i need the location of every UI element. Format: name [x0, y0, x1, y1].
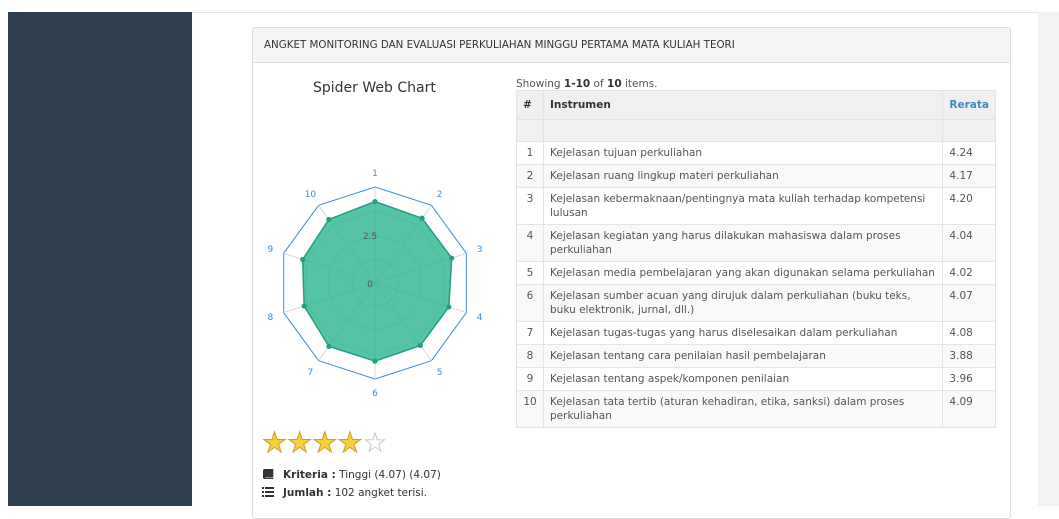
data-point	[449, 255, 455, 261]
table-row: 1 Kejelasan tujuan perkuliahan 4.24	[516, 141, 996, 165]
row-rerata: 4.20	[942, 187, 996, 225]
category-label: 10	[305, 190, 317, 200]
row-rerata: 4.09	[942, 390, 996, 428]
list-icon	[262, 487, 274, 497]
star-filled-icon: ★	[287, 426, 313, 459]
table-row: 5 Kejelasan media pembelajaran yang akan …	[516, 261, 996, 285]
table-row: 2 Kejelasan ruang lingkup materi perkulia…	[516, 164, 996, 188]
filter-cell	[942, 119, 996, 142]
row-rerata: 4.08	[942, 321, 996, 345]
row-number: 1	[516, 141, 544, 165]
data-point	[326, 343, 332, 349]
table-row: 8 Kejelasan tentang cara penilaian hasil …	[516, 344, 996, 368]
row-instrumen: Kejelasan tujuan perkuliahan	[542, 141, 944, 165]
kriteria-value: Tinggi (4.07) (4.07)	[339, 469, 441, 481]
row-rerata: 4.07	[942, 284, 996, 322]
row-number: 3	[516, 187, 544, 225]
category-label: 6	[372, 389, 378, 399]
data-point	[301, 303, 307, 309]
jumlah-value: 102 angket terisi.	[334, 487, 427, 499]
star-filled-icon: ★	[337, 426, 363, 459]
data-point	[300, 256, 306, 263]
table-row: 7 Kejelasan tugas-tugas yang harus disele…	[516, 321, 996, 345]
category-label: 8	[268, 313, 274, 323]
table-row: 3 Kejelasan kebermaknaan/pentingnya mata …	[516, 187, 996, 225]
panel-heading: ANGKET MONITORING DAN EVALUASI PERKULIAH…	[253, 28, 1010, 63]
header-instrumen: Instrumen	[542, 90, 944, 120]
row-instrumen: Kejelasan tata tertib (aturan kehadiran,…	[542, 390, 944, 428]
star-filled-icon: ★	[261, 426, 288, 459]
row-instrumen: Kejelasan tentang aspek/komponen penilai…	[542, 367, 944, 391]
data-point	[372, 198, 378, 205]
kriteria-label: Kriteria :	[283, 469, 336, 481]
data-point	[326, 216, 332, 223]
row-number: 2	[516, 164, 544, 188]
filter-row	[516, 119, 996, 142]
row-number: 9	[516, 367, 544, 391]
rating-stars: ★★★★☆	[261, 426, 388, 459]
top-divider	[192, 12, 1059, 13]
star-empty-icon: ☆	[362, 426, 388, 459]
category-label: 3	[477, 245, 483, 255]
filter-cell	[542, 119, 944, 142]
data-point	[419, 215, 425, 221]
scrollbar-track[interactable]	[1038, 12, 1059, 506]
row-instrumen: Kejelasan tentang cara penilaian hasil p…	[542, 344, 944, 368]
grid-summary: Showing 1-10 of 10 items.	[516, 78, 658, 90]
table-row: 4 Kejelasan kegiatan yang harus dilakukan…	[516, 224, 996, 262]
table-header-row: # Instrumen Rerata	[516, 90, 996, 120]
row-rerata: 4.24	[942, 141, 996, 165]
category-label: 4	[477, 313, 483, 323]
category-label: 7	[307, 368, 313, 378]
row-rerata: 3.96	[942, 367, 996, 391]
jumlah-line: Jumlah : 102 angket terisi.	[262, 487, 427, 499]
row-number: 4	[516, 224, 544, 262]
table-row: 6 Kejelasan sumber acuan yang dirujuk dal…	[516, 284, 996, 322]
row-number: 10	[516, 390, 544, 428]
series-area	[301, 200, 453, 362]
category-label: 9	[268, 245, 274, 255]
category-label: 1	[372, 169, 378, 179]
data-point	[446, 304, 452, 310]
data-point	[372, 358, 378, 364]
star-filled-icon: ★	[312, 426, 338, 459]
filter-cell	[516, 119, 544, 142]
row-rerata: 3.88	[942, 344, 996, 368]
radial-tick-label: 0	[367, 280, 373, 290]
panel-title: ANGKET MONITORING DAN EVALUASI PERKULIAH…	[264, 39, 735, 51]
row-rerata: 4.02	[942, 261, 996, 285]
kriteria-line: Kriteria : Tinggi (4.07) (4.07)	[262, 469, 441, 481]
row-number: 6	[516, 284, 544, 322]
row-instrumen: Kejelasan sumber acuan yang dirujuk dala…	[542, 284, 944, 322]
sidebar	[8, 12, 192, 506]
book-icon	[263, 469, 274, 479]
row-instrumen: Kejelasan media pembelajaran yang akan d…	[542, 261, 944, 285]
row-number: 8	[516, 344, 544, 368]
jumlah-label: Jumlah :	[283, 487, 332, 499]
evaluation-panel: ANGKET MONITORING DAN EVALUASI PERKULIAH…	[252, 27, 1011, 519]
row-instrumen: Kejelasan ruang lingkup materi perkuliah…	[542, 164, 944, 188]
chart-title: Spider Web Chart	[313, 80, 436, 96]
header-rerata-sort-link[interactable]: Rerata	[942, 90, 996, 120]
spider-web-chart: 0 2.5 1 2 3 4 5 6 7 8 9 10	[268, 169, 483, 399]
radial-tick-label: 2.5	[363, 232, 377, 242]
row-instrumen: Kejelasan kegiatan yang harus dilakukan …	[542, 224, 944, 262]
row-rerata: 4.04	[942, 224, 996, 262]
row-instrumen: Kejelasan kebermaknaan/pentingnya mata k…	[542, 187, 944, 225]
row-number: 5	[516, 261, 544, 285]
header-num: #	[516, 90, 544, 120]
row-instrumen: Kejelasan tugas-tugas yang harus diseles…	[542, 321, 944, 345]
row-rerata: 4.17	[942, 164, 996, 188]
data-point	[417, 342, 423, 349]
category-label: 2	[437, 190, 443, 200]
table-row: 9 Kejelasan tentang aspek/komponen penila…	[516, 367, 996, 391]
row-number: 7	[516, 321, 544, 345]
category-label: 5	[437, 368, 443, 378]
table-row: 10 Kejelasan tata tertib (aturan kehadira…	[516, 390, 996, 428]
instrument-table: # Instrumen Rerata 1 Kejelasan tujuan per…	[516, 90, 996, 428]
